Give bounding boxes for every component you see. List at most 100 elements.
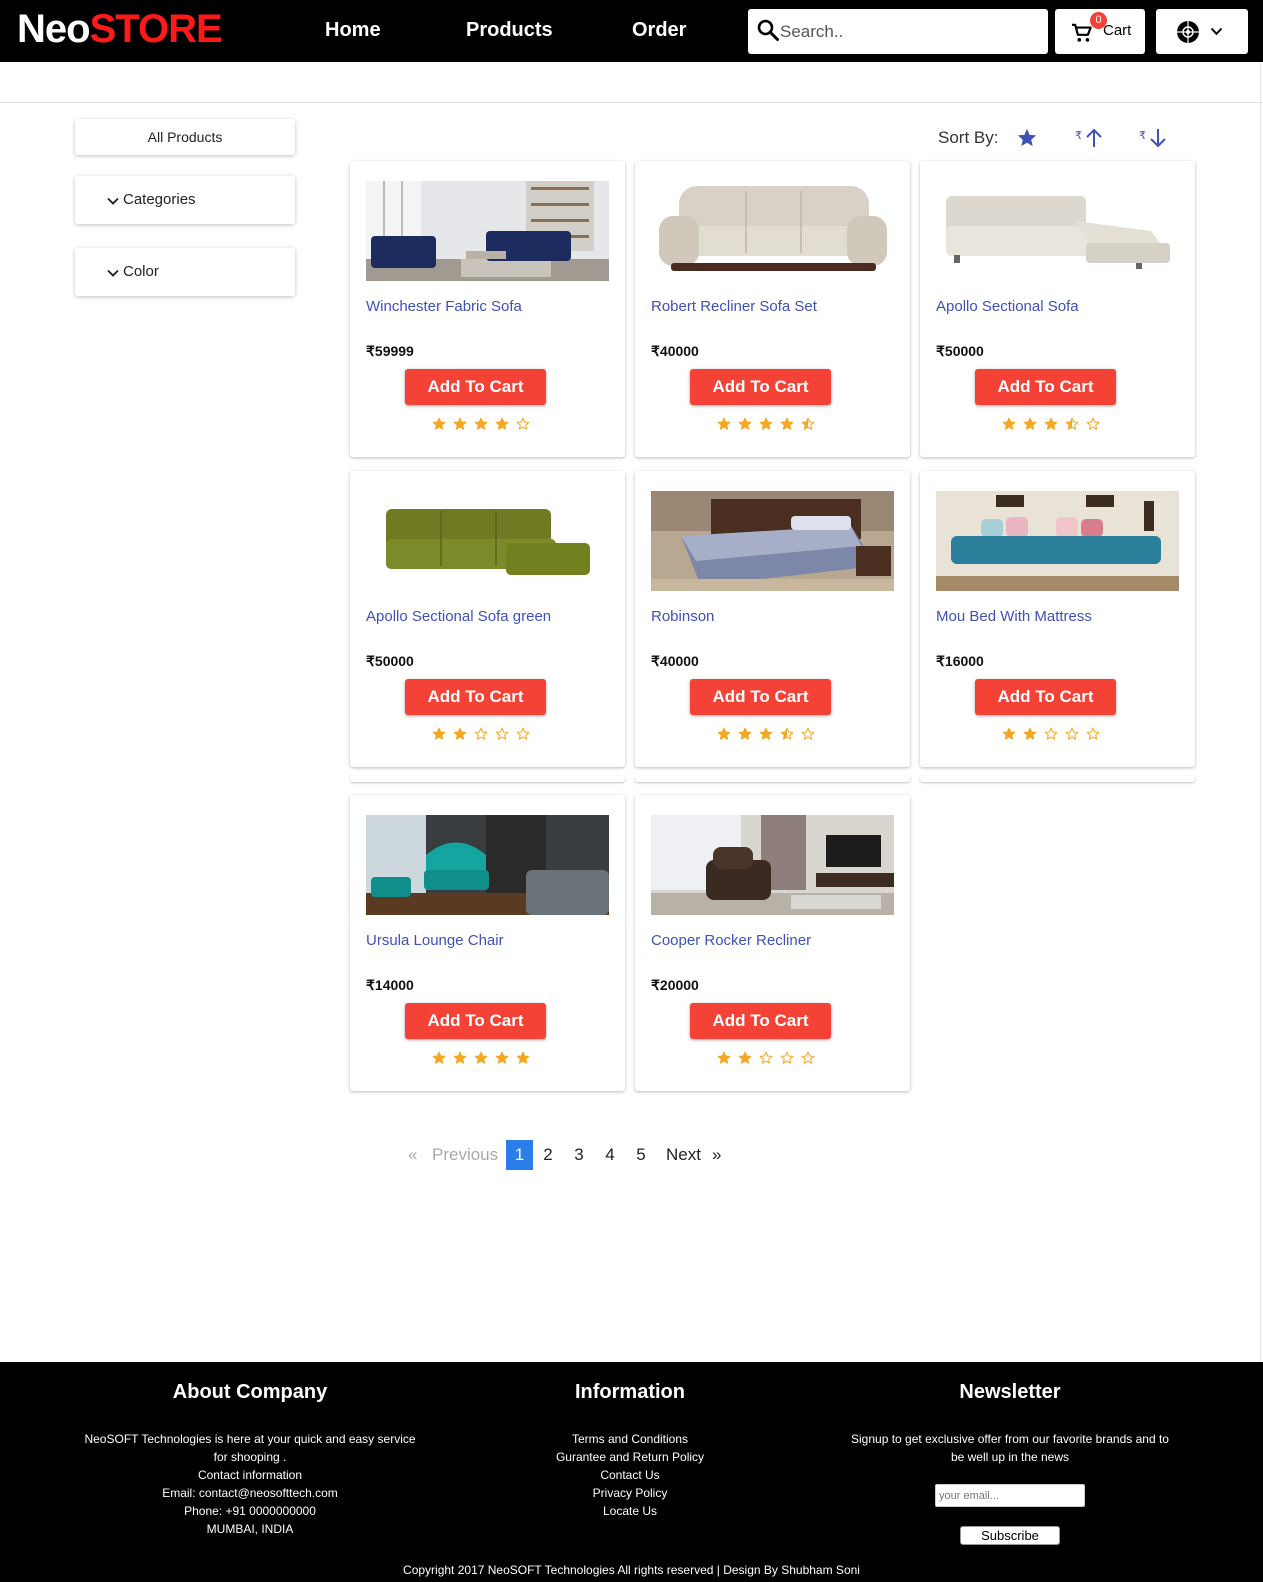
product-name-link[interactable]: Apollo Sectional Sofa green — [366, 608, 551, 625]
product-name-link[interactable]: Robinson — [651, 608, 714, 625]
sort-price-ascending-icon[interactable]: ₹ — [1075, 127, 1105, 149]
add-to-cart-button[interactable]: Add To Cart — [405, 369, 546, 405]
add-to-cart-button[interactable]: Add To Cart — [975, 679, 1116, 715]
product-image[interactable] — [366, 181, 609, 281]
footer-link-privacy[interactable]: Privacy Policy — [480, 1484, 780, 1502]
star-empty-icon — [759, 1051, 773, 1064]
card-stub — [635, 776, 910, 782]
search-input[interactable] — [778, 17, 1042, 47]
footer-link-contact[interactable]: Contact Us — [480, 1466, 780, 1484]
product-name-link[interactable]: Cooper Rocker Recliner — [651, 932, 811, 949]
pagination-page-4[interactable]: 4 — [602, 1140, 618, 1170]
star-rating — [717, 417, 822, 431]
footer-about-line: for shooping . — [213, 1450, 287, 1464]
footer-about-phone: Phone: +91 0000000000 — [184, 1504, 316, 1518]
footer-link-locate[interactable]: Locate Us — [480, 1502, 780, 1520]
product-photo-green-sectional-sofa — [366, 491, 609, 591]
site-footer: About Company NeoSOFT Technologies is he… — [0, 1362, 1263, 1582]
product-photo-sectional-sofa — [936, 181, 1179, 281]
footer-information-title: Information — [575, 1381, 685, 1403]
pagination-last-symbol[interactable]: » — [712, 1140, 721, 1170]
star-full-icon — [717, 727, 731, 740]
star-empty-icon — [1086, 417, 1100, 430]
top-navbar: NeoSTORE Home Products Order 0 Cart — [0, 0, 1263, 62]
chevron-down-icon — [107, 197, 119, 205]
product-image[interactable] — [651, 491, 894, 591]
product-name-link[interactable]: Ursula Lounge Chair — [366, 932, 504, 949]
product-price: ₹40000 — [651, 343, 699, 359]
add-to-cart-button[interactable]: Add To Cart — [405, 679, 546, 715]
add-to-cart-button[interactable]: Add To Cart — [975, 369, 1116, 405]
product-price: ₹20000 — [651, 977, 699, 993]
account-menu-button[interactable] — [1156, 9, 1248, 54]
star-full-icon — [432, 1051, 446, 1064]
add-to-cart-button[interactable]: Add To Cart — [690, 679, 831, 715]
product-name-link[interactable]: Robert Recliner Sofa Set — [651, 298, 817, 315]
sort-price-descending-icon[interactable]: ₹ — [1139, 127, 1169, 149]
add-to-cart-button[interactable]: Add To Cart — [690, 1003, 831, 1039]
star-full-icon — [474, 1051, 488, 1064]
add-to-cart-button[interactable]: Add To Cart — [690, 369, 831, 405]
star-full-icon — [474, 417, 488, 430]
shopping-cart-icon — [1072, 23, 1092, 42]
product-card: Robert Recliner Sofa Set ₹40000 Add To C… — [635, 161, 910, 457]
footer-link-terms[interactable]: Terms and Conditions — [480, 1430, 780, 1448]
star-rating — [717, 1051, 822, 1065]
cart-button[interactable]: 0 Cart — [1055, 9, 1145, 54]
search-icon — [757, 19, 779, 41]
all-products-button[interactable]: All Products — [75, 119, 295, 155]
star-empty-icon — [801, 727, 815, 740]
star-full-icon — [717, 417, 731, 430]
product-photo-lounge-chair — [366, 815, 609, 915]
product-image[interactable] — [366, 491, 609, 591]
pagination-page-2[interactable]: 2 — [540, 1140, 556, 1170]
product-card: Winchester Fabric Sofa ₹59999 Add To Car… — [350, 161, 625, 457]
search-box — [748, 9, 1048, 54]
newsletter-email-input[interactable] — [935, 1484, 1085, 1507]
subscribe-button[interactable]: Subscribe — [960, 1526, 1060, 1545]
color-label: Color — [123, 263, 159, 280]
pagination-next[interactable]: Next — [666, 1140, 701, 1170]
brand-name-neo: Neo — [17, 7, 91, 51]
star-rating — [432, 417, 537, 431]
product-image[interactable] — [936, 181, 1179, 281]
star-full-icon — [453, 417, 467, 430]
product-name-link[interactable]: Winchester Fabric Sofa — [366, 298, 522, 315]
product-price: ₹50000 — [366, 653, 414, 669]
footer-about-line: Contact information — [197, 1468, 303, 1482]
product-name-link[interactable]: Apollo Sectional Sofa — [936, 298, 1079, 315]
footer-link-guarantee[interactable]: Gurantee and Return Policy — [480, 1448, 780, 1466]
product-image[interactable] — [651, 815, 894, 915]
sort-by-label: Sort By: — [938, 128, 999, 147]
sort-by-rating-star-icon[interactable] — [1016, 127, 1038, 149]
footer-about-title: About Company — [172, 1381, 328, 1403]
product-card: Apollo Sectional Sofa ₹50000 Add To Cart — [920, 161, 1195, 457]
pagination-page-3[interactable]: 3 — [571, 1140, 587, 1170]
pagination-page-1[interactable]: 1 — [506, 1140, 533, 1170]
product-price: ₹16000 — [936, 653, 984, 669]
star-empty-icon — [495, 727, 509, 740]
categories-dropdown[interactable]: Categories — [75, 176, 295, 224]
star-full-icon — [453, 727, 467, 740]
card-stub — [350, 776, 625, 782]
product-price: ₹40000 — [651, 653, 699, 669]
star-empty-icon — [516, 727, 530, 740]
nav-home-link[interactable]: Home — [325, 19, 381, 42]
star-half-icon — [780, 727, 794, 740]
product-card: Mou Bed With Mattress ₹16000 Add To Cart — [920, 471, 1195, 767]
footer-about-email: Email: contact@neosofttech.com — [162, 1486, 338, 1500]
brand-logo[interactable]: NeoSTORE — [17, 5, 223, 53]
nav-order-link[interactable]: Order — [632, 19, 686, 42]
add-to-cart-button[interactable]: Add To Cart — [405, 1003, 546, 1039]
pagination-page-5[interactable]: 5 — [633, 1140, 649, 1170]
product-image[interactable] — [366, 815, 609, 915]
footer-newsletter-title: Newsletter — [959, 1381, 1061, 1403]
star-full-icon — [516, 1051, 530, 1064]
product-image[interactable] — [936, 491, 1179, 591]
product-image[interactable] — [651, 181, 894, 281]
star-full-icon — [738, 1051, 752, 1064]
nav-products-link[interactable]: Products — [466, 19, 553, 42]
card-stub — [920, 776, 1195, 782]
product-name-link[interactable]: Mou Bed With Mattress — [936, 608, 1092, 625]
color-dropdown[interactable]: Color — [75, 248, 295, 296]
